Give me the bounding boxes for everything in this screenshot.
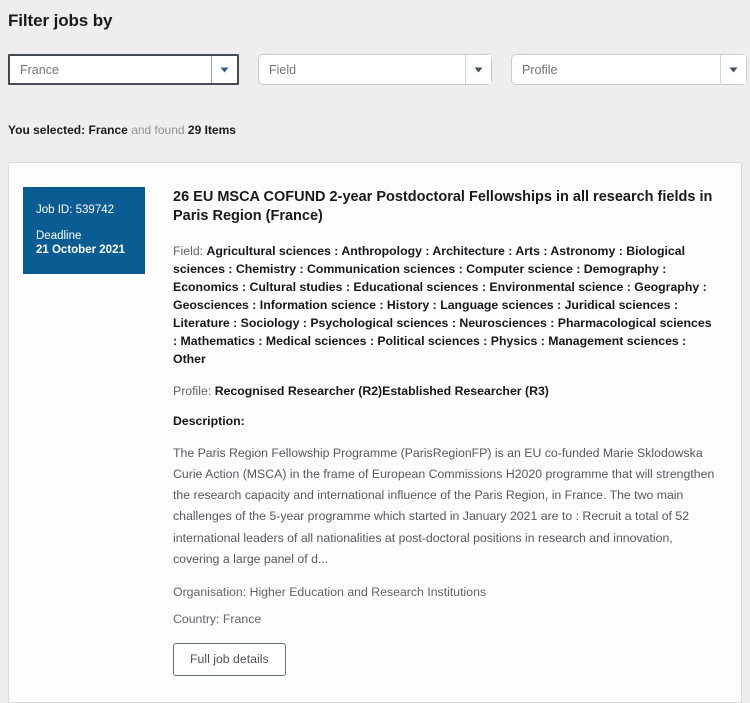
description-label: Description: [173,414,719,428]
chevron-down-icon[interactable] [720,55,746,84]
deadline-label: Deadline [36,230,132,242]
job-badge-column: Job ID: 539742 Deadline 21 October 2021 [9,187,145,274]
field-value: Agricultural sciences : Anthropology : A… [173,244,712,366]
job-title[interactable]: 26 EU MSCA COFUND 2-year Postdoctoral Fe… [173,188,719,227]
profile-filter-value: Profile [512,55,720,84]
summary-middle: and found [131,123,184,137]
job-badge: Job ID: 539742 Deadline 21 October 2021 [23,187,145,274]
country-label: Country: [173,612,219,626]
profile-filter-select[interactable]: Profile [511,54,747,85]
page-title: Filter jobs by [0,0,750,31]
job-profile-line: Profile: Recognised Researcher (R2)Estab… [173,382,719,400]
organisation-label: Organisation: [173,585,246,599]
job-country-line: Country: France [173,612,719,626]
field-filter-value: Field [259,55,465,84]
country-filter-value: France [10,56,211,83]
job-card[interactable]: Job ID: 539742 Deadline 21 October 2021 … [8,162,742,703]
field-filter-select[interactable]: Field [258,54,492,85]
profile-label: Profile: [173,384,211,398]
country-value: France [223,612,261,626]
filter-bar: France Field Profile [0,31,750,85]
job-organisation-line: Organisation: Higher Education and Resea… [173,585,719,599]
job-id: Job ID: 539742 [36,204,132,216]
job-field-line: Field: Agricultural sciences : Anthropol… [173,242,719,368]
profile-value: Recognised Researcher (R2)Established Re… [215,384,549,398]
selection-summary: You selected: France and found 29 Items [0,85,750,137]
chevron-down-icon[interactable] [211,56,237,83]
country-filter-select[interactable]: France [8,54,239,85]
results-list: Job ID: 539742 Deadline 21 October 2021 … [0,137,750,703]
organisation-value: Higher Education and Research Institutio… [250,585,487,599]
description-body: The Paris Region Fellowship Programme (P… [173,443,719,570]
summary-selection: France [88,123,127,137]
summary-count: 29 Items [188,123,236,137]
field-label: Field: [173,244,203,258]
chevron-down-icon[interactable] [465,55,491,84]
summary-prefix: You selected: [8,123,85,137]
deadline-date: 21 October 2021 [36,244,132,256]
full-job-details-button[interactable]: Full job details [173,643,286,676]
